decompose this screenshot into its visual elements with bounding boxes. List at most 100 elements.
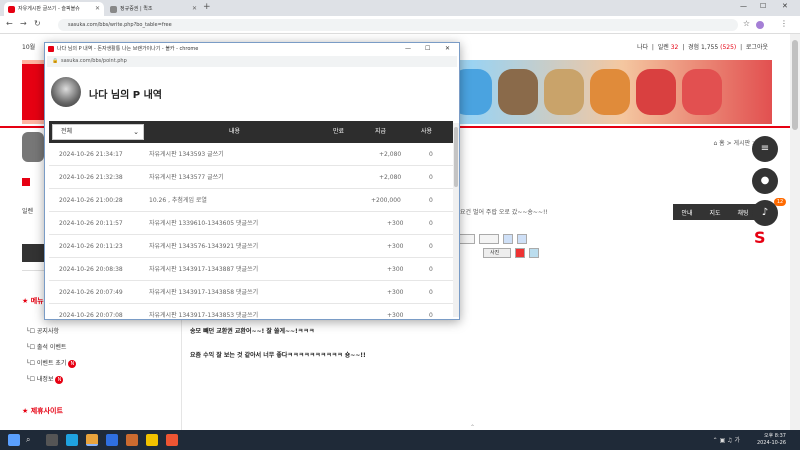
tab-map[interactable]: 지도 xyxy=(709,208,720,217)
filter-select[interactable]: 전체 ⌄ xyxy=(52,124,144,140)
browser-tab-bar: 자유게시판 글쓰기 - 슬픽블슈 ✕ 정규증권 | 퀵조 ✕ + — ☐ ✕ xyxy=(0,0,800,16)
app-icon[interactable] xyxy=(146,434,158,446)
row-desc[interactable]: 자유게시판 1343917-1343853 댓글쓰기 xyxy=(149,304,258,319)
sidebar-level-label: 일렌 xyxy=(22,208,34,215)
row-date: 2024-10-26 20:11:23 xyxy=(59,243,123,250)
popup-minimize-icon[interactable]: — xyxy=(405,43,411,55)
bookmark-star-icon[interactable]: ☆ xyxy=(743,19,750,28)
sidebar-item-notice[interactable]: └☐ 공지사항 xyxy=(26,326,59,335)
sidebar-menu-header: ★ 메뉴 xyxy=(22,297,44,305)
row-use: 0 xyxy=(429,220,433,227)
level-value: 32 xyxy=(670,44,679,51)
filter-select-value: 전체 xyxy=(61,128,73,135)
row-desc[interactable]: 자유게시판 1343917-1343887 댓글쓰기 xyxy=(149,258,258,281)
logout-link[interactable]: 로그아웃 xyxy=(746,44,768,51)
sidebar-marker xyxy=(22,178,30,186)
row-desc[interactable]: 자유게시판 1339610-1343605 댓글쓰기 xyxy=(149,212,258,235)
chat-badge: 12 xyxy=(774,198,786,206)
row-desc[interactable]: 10.26 , 추첨게임 로열 xyxy=(149,189,207,212)
minimize-icon[interactable]: — xyxy=(740,2,747,10)
system-tray[interactable]: ⌃ ▣ ♫ 가 xyxy=(713,435,740,444)
row-pay: +2,080 xyxy=(379,174,402,181)
row-pay: +300 xyxy=(387,266,404,273)
popup-url-bar[interactable]: 🔒 sasuka.com/bbs/point.php xyxy=(47,56,457,67)
popup-titlebar: 나다 님의 P 내역 - 돈자생활통 나는 브랜가이나기 - 볼카 - chro… xyxy=(45,43,459,55)
site-logo-icon[interactable]: S xyxy=(754,228,772,247)
table-row: 2024-10-26 21:00:28 10.26 , 추첨게임 로열 +200… xyxy=(49,189,453,212)
row-date: 2024-10-26 20:07:08 xyxy=(59,312,123,319)
clock[interactable]: 오후 8:37 2024-10-26 xyxy=(757,433,786,447)
close-tab-icon[interactable]: ✕ xyxy=(95,2,100,16)
app-icon[interactable] xyxy=(166,434,178,446)
link-icon[interactable] xyxy=(503,234,513,244)
popup-scrollbar-thumb[interactable] xyxy=(454,127,458,187)
tab-chat[interactable]: 채팅 xyxy=(737,208,748,217)
chrome-icon[interactable] xyxy=(86,434,98,446)
table-row: 2024-10-26 21:34:17 자유게시판 1343593 글쓰기 +2… xyxy=(49,143,453,166)
file-icon[interactable] xyxy=(529,248,539,258)
level-label: 일렌 xyxy=(657,44,669,51)
user-icon[interactable]: ● xyxy=(752,168,778,194)
browser-menu-icon[interactable]: ⋮ xyxy=(780,19,788,28)
task-view-icon[interactable] xyxy=(46,434,58,446)
point-history-popup: 나다 님의 P 내역 - 돈자생활통 나는 브랜가이나기 - 볼카 - chro… xyxy=(44,42,460,320)
banner-tiger-image xyxy=(590,69,630,115)
row-desc[interactable]: 자유게시판 1343576-1343921 댓글쓰기 xyxy=(149,235,258,258)
browser-address-bar: ← → ↻ sasuka.com/bbs/write.php?bo_table=… xyxy=(0,16,800,34)
site-favicon xyxy=(8,6,15,13)
popup-close-icon[interactable]: ✕ xyxy=(445,43,450,55)
video-icon[interactable] xyxy=(515,248,525,258)
row-pay: +300 xyxy=(387,220,404,227)
unlink-icon[interactable] xyxy=(517,234,527,244)
table-header: 전체 ⌄ 내용 만료 지급 사용 xyxy=(49,121,453,143)
user-name[interactable]: 나다 xyxy=(637,44,648,51)
popup-heading: 나다 님의 P 내역 xyxy=(89,90,162,101)
back-icon[interactable]: ← xyxy=(6,19,13,28)
post-line-2: 요즘 수익 잘 보는 것 같아서 너무 좋다ㅋㅋㅋㅋㅋㅋㅋㅋㅋㅋ 숑~~!! xyxy=(190,352,366,359)
windows-start-icon[interactable] xyxy=(8,434,20,446)
menu-icon[interactable]: ≡ xyxy=(752,136,778,162)
row-pay: +200,000 xyxy=(371,197,401,204)
row-desc[interactable]: 자유게시판 1343577 글쓰기 xyxy=(149,166,224,189)
popup-maximize-icon[interactable]: ☐ xyxy=(425,43,430,55)
column-use: 사용 xyxy=(421,128,433,135)
sidebar-item-label: 공지사항 xyxy=(36,328,59,335)
edge-icon[interactable] xyxy=(66,434,78,446)
row-date: 2024-10-26 21:00:28 xyxy=(59,197,123,204)
tab-guide[interactable]: 안내 xyxy=(681,208,692,217)
tab-write-label: 자유게시판 글쓰기 - 슬픽블슈 xyxy=(18,6,80,12)
row-pay: +300 xyxy=(387,312,404,319)
forward-icon[interactable]: → xyxy=(20,19,27,28)
close-window-icon[interactable]: ✕ xyxy=(782,2,788,10)
photo-button[interactable]: 사진 xyxy=(483,248,511,258)
tab-other[interactable]: 정규증권 | 퀵조 ✕ xyxy=(106,2,201,16)
row-desc[interactable]: 자유게시판 1343593 글쓰기 xyxy=(149,143,224,166)
column-pay: 지급 xyxy=(375,128,387,135)
row-desc[interactable]: 자유게시판 1343917-1343858 댓글쓰기 xyxy=(149,281,258,304)
list-select[interactable] xyxy=(479,234,499,244)
row-pay: +300 xyxy=(387,289,404,296)
points-value[interactable]: 1,755 xyxy=(701,44,718,51)
table-row: 2024-10-26 20:11:23 자유게시판 1343576-134392… xyxy=(49,235,453,258)
search-icon[interactable]: ⌕ xyxy=(26,434,38,446)
profile-icon[interactable] xyxy=(756,21,764,29)
reload-icon[interactable]: ↻ xyxy=(34,19,41,28)
app-icon[interactable] xyxy=(106,434,118,446)
url-input[interactable]: sasuka.com/bbs/write.php?bo_table=free xyxy=(58,19,738,31)
sidebar-item-label: 출석 이벤트 xyxy=(36,344,67,351)
table-row: 2024-10-26 20:07:08 자유게시판 1343917-134385… xyxy=(49,304,453,319)
lock-icon: 🔒 xyxy=(52,58,59,64)
new-tab-icon[interactable]: + xyxy=(203,2,211,12)
maximize-icon[interactable]: ☐ xyxy=(760,2,766,10)
table-row: 2024-10-26 21:32:38 자유게시판 1343577 글쓰기 +2… xyxy=(49,166,453,189)
sidebar-item-event[interactable]: └☐ 이벤트 초기 N xyxy=(26,358,77,368)
tab-write[interactable]: 자유게시판 글쓰기 - 슬픽블슈 ✕ xyxy=(4,2,104,16)
close-tab-icon[interactable]: ✕ xyxy=(192,2,197,16)
sidebar-item-attendance[interactable]: └☐ 출석 이벤트 xyxy=(26,342,66,351)
points-extra: (525) xyxy=(720,44,737,51)
page-scrollbar-thumb[interactable] xyxy=(792,40,798,130)
sidebar-item-myinfo[interactable]: └☐ 내정보 N xyxy=(26,374,64,384)
banner-cat2-image xyxy=(544,69,584,115)
column-expire: 만료 xyxy=(333,128,345,135)
app-icon[interactable] xyxy=(126,434,138,446)
